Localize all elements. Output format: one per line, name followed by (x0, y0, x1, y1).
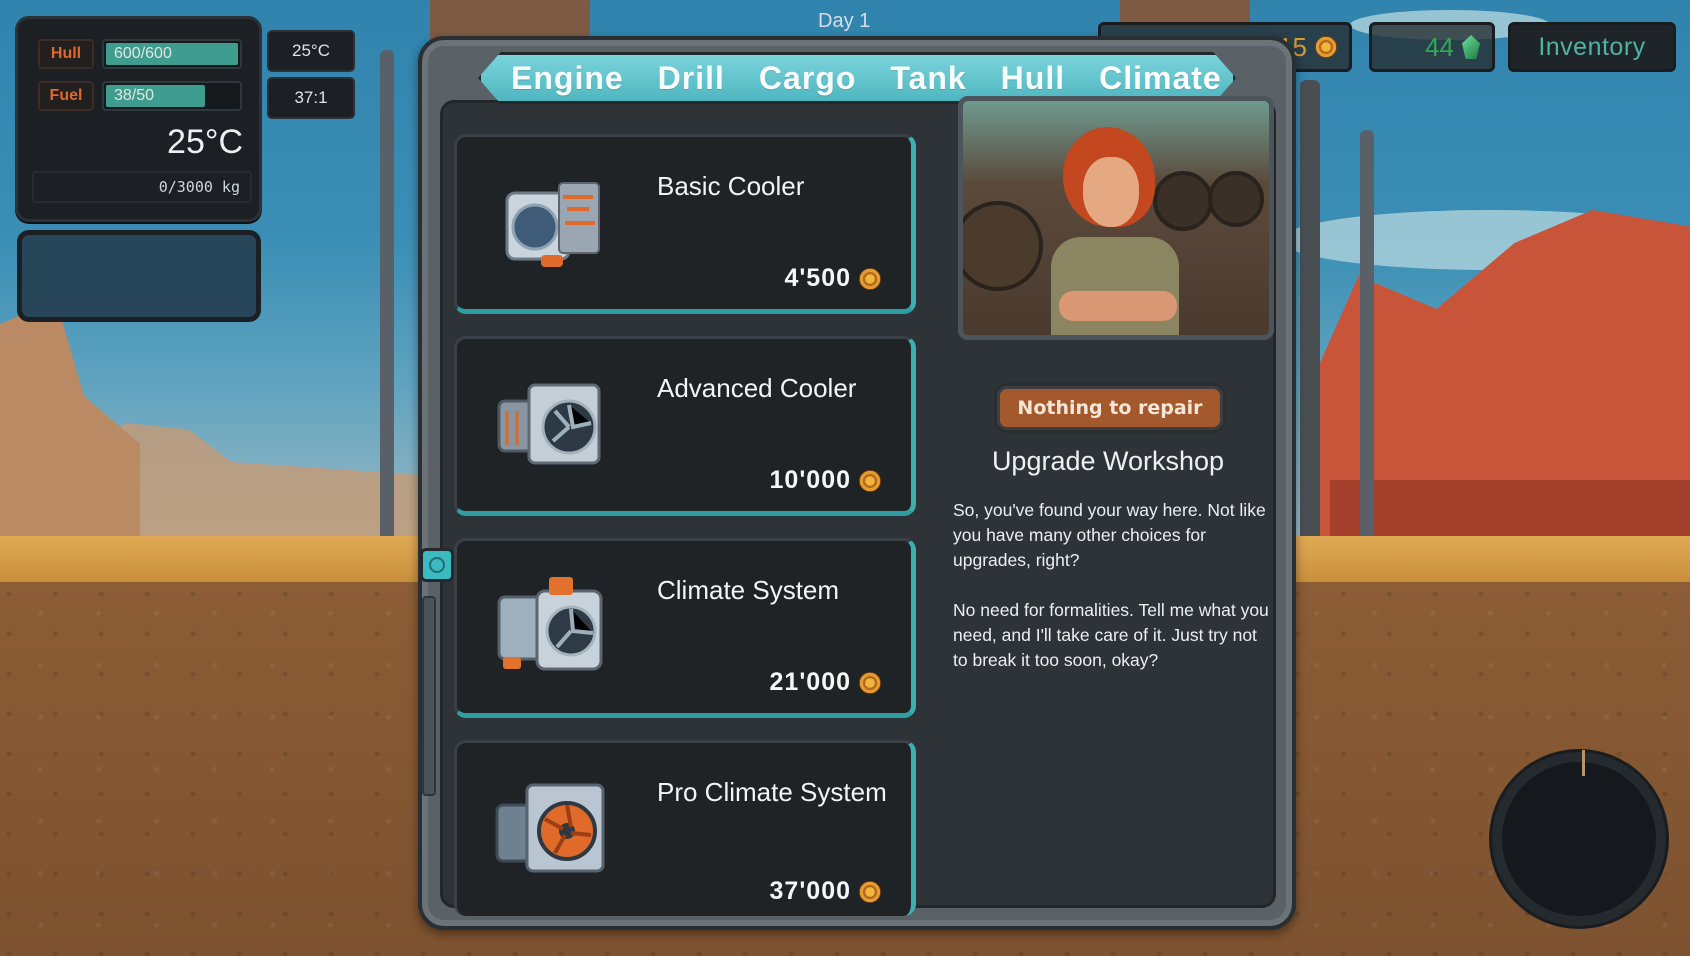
item-price: 10'000 (770, 466, 881, 495)
joystick-marker (1582, 750, 1585, 776)
gem-icon (1462, 35, 1480, 59)
fuel-bar: 38/50 (102, 81, 242, 111)
item-card-pro-climate-system[interactable]: Pro Climate System 37'000 (454, 740, 916, 916)
hull-bar: 600/600 (102, 39, 242, 69)
side-temperature: 25°C (267, 30, 355, 72)
status-panel: Hull 600/600 Fuel 38/50 25°C 0/3000 kg (15, 16, 262, 222)
hull-label: Hull (38, 39, 94, 69)
cargo-capacity: 0/3000 kg (32, 171, 252, 203)
item-name: Advanced Cooler (657, 373, 857, 403)
machine-detail (1208, 171, 1264, 227)
price-value: 21'000 (769, 668, 851, 696)
clock: 37:1 (267, 77, 355, 119)
tab-drill[interactable]: Drill (658, 60, 725, 97)
item-price: 37'000 (770, 877, 881, 906)
fuel-stat: Fuel 38/50 (38, 81, 242, 111)
mechanic-face (1083, 157, 1139, 227)
fuel-label: Fuel (38, 81, 94, 111)
item-card-advanced-cooler[interactable]: Advanced Cooler 10'000 (454, 336, 916, 516)
workshop-title: Upgrade Workshop (991, 446, 1225, 476)
hull-stat: Hull 600/600 (38, 39, 242, 69)
item-price: 4'500 (784, 264, 881, 293)
tab-hull[interactable]: Hull (1001, 60, 1065, 97)
hull-value: 600/600 (114, 45, 172, 62)
tab-tank[interactable]: Tank (890, 60, 966, 97)
basic-cooler-icon (505, 182, 600, 267)
item-name: Pro Climate System (657, 777, 887, 807)
gems-counter: 44 (1369, 22, 1495, 72)
machine-detail (963, 201, 1043, 291)
repair-button[interactable]: Nothing to repair (997, 386, 1223, 430)
fuel-value: 38/50 (114, 87, 155, 104)
empty-hud-panel (17, 230, 261, 322)
gear-icon (429, 557, 445, 573)
day-label: Day 1 (818, 10, 871, 32)
gems-value: 44 (1425, 31, 1454, 62)
tab-cargo[interactable]: Cargo (759, 60, 856, 97)
coin-icon (859, 469, 881, 492)
advanced-cooler-icon (497, 383, 601, 465)
item-card-climate-system[interactable]: Climate System 21'000 (454, 538, 916, 718)
coin-icon (1315, 36, 1337, 58)
machine-detail (1153, 171, 1213, 231)
pipe-right-2 (1300, 80, 1320, 560)
climate-system-icon (497, 577, 603, 671)
cargo-value: 0/3000 kg (158, 178, 240, 196)
inventory-button[interactable]: Inventory (1508, 22, 1676, 72)
building-left (430, 0, 590, 40)
pipe-right (1360, 130, 1374, 570)
price-value: 4'500 (784, 264, 851, 292)
coin-icon (859, 671, 881, 694)
joystick[interactable] (1492, 750, 1666, 926)
mechanic-portrait (958, 96, 1274, 340)
pro-climate-system-icon (495, 783, 605, 873)
mechanic-crossed-arms (1059, 291, 1177, 321)
scrollbar-handle[interactable] (420, 548, 454, 582)
pipe-left (380, 50, 394, 570)
item-name: Climate System (657, 575, 840, 605)
coin-icon (859, 880, 881, 903)
tab-climate[interactable]: Climate (1099, 60, 1222, 97)
item-name: Basic Cooler (657, 171, 805, 201)
temperature-readout: 25°C (167, 123, 243, 161)
tab-engine[interactable]: Engine (511, 60, 624, 97)
coin-icon (859, 267, 881, 290)
price-value: 10'000 (769, 466, 851, 494)
item-list-scrollbar[interactable] (422, 596, 436, 796)
item-price: 21'000 (770, 668, 881, 697)
price-value: 37'000 (769, 877, 851, 905)
red-rock-foreground (1330, 480, 1690, 540)
mechanic-body (1051, 237, 1179, 335)
item-card-basic-cooler[interactable]: Basic Cooler 4'500 (454, 134, 916, 314)
workshop-dialogue: So, you've found your way here. Not like… (953, 500, 1269, 670)
